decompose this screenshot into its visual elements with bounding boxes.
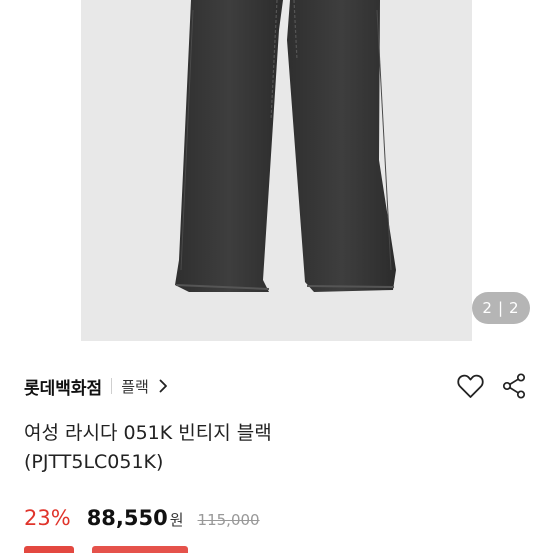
share-icon <box>502 373 526 399</box>
original-price: 115,000 <box>197 511 260 529</box>
image-counter-total: 2 <box>509 299 520 317</box>
product-photo <box>81 0 472 341</box>
additional-discount-badge <box>24 546 74 553</box>
currency-unit: 원 <box>169 511 184 529</box>
discount-rate: 23% <box>24 506 71 530</box>
product-title: 여성 라시다 051K 빈티지 블랙 (PJTT5LC051K) <box>24 419 524 477</box>
price-row: 23% 88,550 원 115,000 <box>24 506 260 530</box>
store-brand-divider <box>111 378 113 394</box>
image-counter-separator: | <box>497 299 505 317</box>
image-counter: 2 | 2 <box>472 292 530 324</box>
additional-price <box>92 546 188 553</box>
heart-icon <box>456 374 484 398</box>
store-row: 롯데백화점 플랙 <box>24 372 168 400</box>
product-image-area[interactable]: 2 | 2 <box>0 0 553 341</box>
sale-price: 88,550 <box>86 506 168 530</box>
brand-label: 플랙 <box>121 377 149 396</box>
product-title-line2: (PJTT5LC051K) <box>24 451 164 473</box>
image-counter-current: 2 <box>482 299 493 317</box>
brand-link[interactable]: 플랙 <box>121 376 168 397</box>
store-name[interactable]: 롯데백화점 <box>24 374 102 399</box>
jeans-illustration <box>175 0 396 292</box>
additional-price-row <box>24 546 188 553</box>
chevron-right-icon <box>159 379 168 393</box>
share-button[interactable] <box>498 370 530 402</box>
product-title-line1: 여성 라시다 051K 빈티지 블랙 <box>24 422 272 444</box>
wishlist-button[interactable] <box>454 370 486 402</box>
product-actions <box>454 370 530 402</box>
